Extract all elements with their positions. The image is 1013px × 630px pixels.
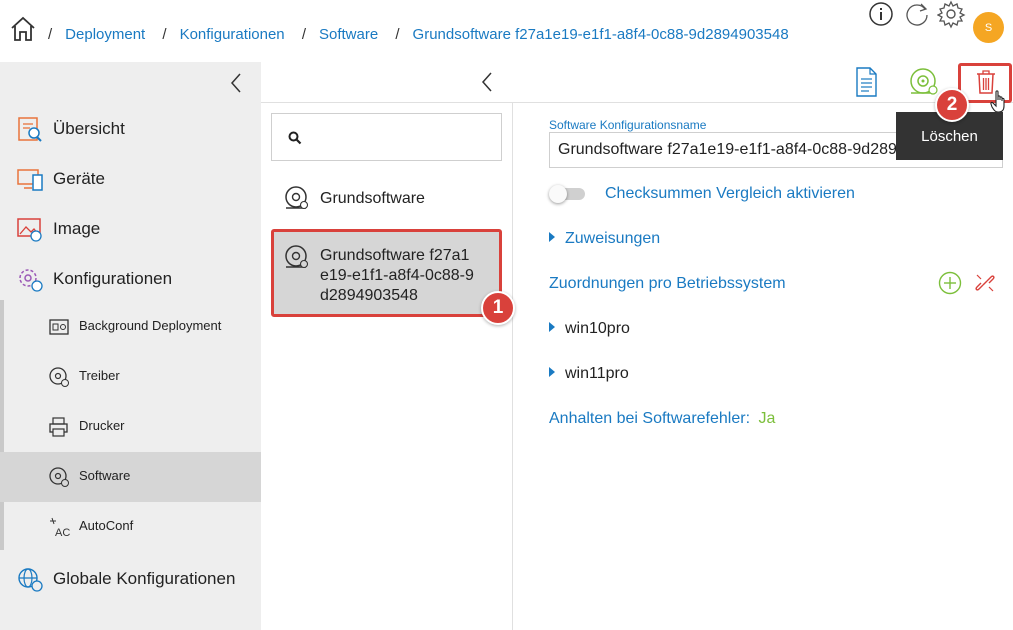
home-icon[interactable] xyxy=(10,16,36,42)
breadcrumb-item-deployment[interactable]: Deployment xyxy=(65,26,145,43)
breadcrumb-item-current[interactable]: Grundsoftware f27a1e19-e1f1-a8f4-0c88-9d… xyxy=(413,26,789,43)
search-icon xyxy=(288,131,302,145)
global-config-icon xyxy=(18,568,43,592)
sidebar-item-uebersicht[interactable]: Übersicht xyxy=(0,105,261,153)
caret-right-icon xyxy=(549,322,555,332)
config-name-label: Software Konfigurationsname xyxy=(549,118,707,132)
halt-on-error: Anhalten bei Softwarefehler: Ja xyxy=(549,410,776,427)
autoconf-icon: AC xyxy=(50,517,70,538)
info-icon[interactable] xyxy=(868,0,898,30)
sidebar-item-label: Übersicht xyxy=(53,119,125,138)
driver-icon xyxy=(49,367,69,387)
search-input[interactable] xyxy=(271,113,502,161)
refresh-icon[interactable] xyxy=(903,0,933,30)
unlink-icon[interactable] xyxy=(973,271,997,295)
os-item-win10pro[interactable]: win10pro xyxy=(549,320,630,338)
software-icon xyxy=(285,186,309,210)
add-mapping-icon[interactable] xyxy=(938,271,962,295)
os-mappings-heading: Zuordnungen pro Betriebssystem xyxy=(549,275,786,292)
software-icon xyxy=(285,245,309,269)
sidebar-subitem-software[interactable]: Software xyxy=(0,452,261,502)
step-badge-1: 1 xyxy=(481,291,515,325)
caret-right-icon xyxy=(549,367,555,377)
sidebar-subitem-label: Treiber xyxy=(79,368,120,383)
breadcrumb-item-software[interactable]: Software xyxy=(319,26,378,43)
sidebar-subitem-treiber[interactable]: Treiber xyxy=(0,352,261,402)
background-deployment-icon xyxy=(49,319,69,335)
software-list: Grundsoftware Grundsoftware f27a1 e19-e1… xyxy=(261,103,513,630)
sidebar-subitem-background-deployment[interactable]: Background Deployment xyxy=(0,302,261,352)
top-bar: / Deployment / Konfigurationen / Software /… xyxy=(0,0,1013,62)
assignments-expander[interactable]: Zuweisungen xyxy=(549,230,660,248)
list-item-label: Grundsoftware xyxy=(320,190,425,207)
collapse-sidebar-icon[interactable] xyxy=(228,72,244,94)
sidebar-subitem-drucker[interactable]: Drucker xyxy=(0,402,261,452)
checksum-toggle[interactable] xyxy=(549,185,587,203)
list-item-label: Grundsoftware f27a1 e19-e1f1-a8f4-0c88-9… xyxy=(320,247,474,304)
list-item-selected[interactable]: Grundsoftware f27a1 e19-e1f1-a8f4-0c88-9… xyxy=(271,229,502,317)
sidebar-subitem-autoconf[interactable]: AC AutoConf xyxy=(0,502,261,552)
sidebar-item-label: Konfigurationen xyxy=(53,269,173,288)
caret-right-icon xyxy=(549,232,555,242)
sidebar-subitem-label: Software xyxy=(79,468,131,483)
sidebar-item-globale-konfigurationen[interactable]: Globale Konfigurationen xyxy=(0,555,261,603)
sidebar-item-label: Geräte xyxy=(53,169,105,188)
sidebar-subitem-label: AutoConf xyxy=(79,518,134,533)
content-toolbar xyxy=(261,62,1013,103)
sidebar-subitem-label: Background Deployment xyxy=(79,318,222,333)
install-software-icon[interactable] xyxy=(908,66,942,98)
list-item[interactable]: Grundsoftware xyxy=(271,173,502,223)
settings-icon[interactable] xyxy=(937,0,967,30)
os-item-win11pro[interactable]: win11pro xyxy=(549,365,629,383)
sidebar-item-konfigurationen[interactable]: Konfigurationen xyxy=(0,255,261,303)
detail-panel: Software Konfigurationsname Grundsoftwar… xyxy=(513,103,1013,630)
step-badge-2: 2 xyxy=(935,88,969,122)
sidebar-item-label: Globale Konfigurationen xyxy=(53,569,236,588)
sidebar: Übersicht Geräte Image Konfigurationen B… xyxy=(0,62,261,630)
software-icon xyxy=(49,467,69,487)
devices-icon xyxy=(17,169,43,191)
collapse-list-icon[interactable] xyxy=(480,71,494,93)
sidebar-item-geraete[interactable]: Geräte xyxy=(0,155,261,203)
sidebar-item-image[interactable]: Image xyxy=(0,205,261,253)
overview-icon xyxy=(18,117,42,142)
configurations-icon xyxy=(19,269,43,292)
user-avatar[interactable]: S xyxy=(973,12,1004,43)
checksum-toggle-label[interactable]: Checksummen Vergleich aktivieren xyxy=(605,185,855,203)
document-icon[interactable] xyxy=(851,66,881,98)
svg-text:AC: AC xyxy=(55,527,70,538)
sidebar-item-label: Image xyxy=(53,219,101,238)
printer-icon xyxy=(49,417,68,437)
image-icon xyxy=(17,218,42,242)
sidebar-subitem-label: Drucker xyxy=(79,418,125,433)
breadcrumb-item-konfigurationen[interactable]: Konfigurationen xyxy=(180,26,285,43)
breadcrumb: / Deployment / Konfigurationen / Software /… xyxy=(48,26,789,43)
halt-on-error-value: Ja xyxy=(758,410,776,427)
